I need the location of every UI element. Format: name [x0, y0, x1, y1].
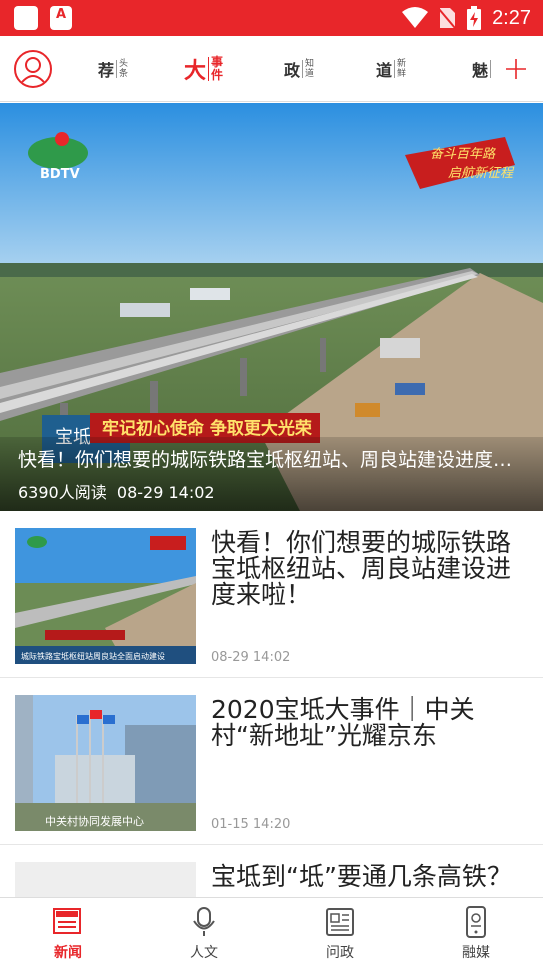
- hero-red-banner-text: 牢记初心使命 争取更大光荣: [102, 418, 312, 439]
- add-channel-button[interactable]: [503, 56, 529, 82]
- app-notification-icon: [50, 6, 72, 30]
- channel-tab-1[interactable]: 大事件: [184, 54, 223, 85]
- channel-sub-char: 新: [397, 59, 407, 69]
- tab-news[interactable]: 新闻: [0, 898, 136, 967]
- channel-sub-char: 知: [305, 59, 315, 69]
- status-time: 2:27: [492, 6, 531, 29]
- hero-logo-text: BDTV: [40, 167, 80, 182]
- channel-main-label: 大: [184, 58, 207, 84]
- tab-label: 融媒: [462, 945, 490, 961]
- tab-culture[interactable]: 人文: [136, 898, 272, 967]
- channel-sub-char: 鲜: [397, 69, 407, 79]
- tab-label: 人文: [190, 945, 218, 961]
- microphone-icon: [193, 907, 215, 936]
- channel-sub-char: 头: [119, 59, 129, 69]
- status-bar: 2:27: [0, 0, 543, 36]
- wifi-icon: [402, 7, 429, 28]
- channel-sub-char: 条: [119, 69, 129, 79]
- tab-label: 问政: [326, 945, 354, 961]
- news-item[interactable]: 城际铁路宝坻枢纽站周良站全面启动建设 快看！你们想要的城际铁路宝坻枢纽站、周良站…: [0, 512, 543, 678]
- news-thumbnail: 中关村协同发展中心: [15, 695, 196, 831]
- channel-divider: [394, 60, 396, 78]
- hero-meta: 6390人阅读 08-29 14:02: [18, 479, 215, 503]
- hero-time: 08-29 14:02: [116, 483, 215, 502]
- hero-title: 快看！你们想要的城际铁路宝坻枢纽站、周良站建设进度来啦！: [18, 449, 528, 471]
- newspaper-icon: [53, 908, 81, 934]
- tab-media[interactable]: 融媒: [408, 898, 543, 967]
- hero-slogan-bottom: 启航新征程: [448, 165, 515, 181]
- channel-tab-4[interactable]: 魅: [472, 54, 493, 84]
- news-time: 01-15 14:20: [211, 817, 291, 832]
- channel-divider: [490, 60, 492, 78]
- channel-sub-label: 知道: [305, 59, 314, 79]
- channel-sub-label: 新鲜: [397, 59, 406, 79]
- channel-tab-2[interactable]: 政知道: [284, 54, 314, 84]
- channel-divider: [208, 57, 210, 81]
- channel-tab-0[interactable]: 荐头条: [98, 54, 128, 84]
- no-sim-icon: [438, 8, 456, 29]
- news-time: 08-29 14:02: [211, 650, 291, 665]
- channel-sub-char: 道: [305, 69, 315, 79]
- channel-main-label: 道: [376, 61, 393, 80]
- news-title: 快看！你们想要的城际铁路宝坻枢纽站、周良站建设进度来啦！: [211, 528, 512, 609]
- channel-divider: [302, 60, 304, 78]
- channel-tabs: 荐头条大事件政知道道新鲜魅: [88, 54, 498, 84]
- news-thumbnail: 城际铁路宝坻枢纽站周良站全面启动建设: [15, 528, 196, 664]
- news-thumb-caption: 城际铁路宝坻枢纽站周良站全面启动建设: [21, 651, 165, 661]
- hero-slogan-top: 奋斗百年路: [430, 147, 496, 162]
- hero-caption: 快看！你们想要的城际铁路宝坻枢纽站、周良站建设进度来啦！ 6390人阅读 08-…: [0, 437, 543, 511]
- channel-navbar: 荐头条大事件政知道道新鲜魅: [0, 36, 543, 102]
- channel-main-label: 荐: [98, 61, 115, 80]
- tab-label: 新闻: [54, 945, 82, 961]
- channel-sub-label: 头条: [119, 59, 128, 79]
- news-title: 2020宝坻大事件｜中关村“新地址”光耀京东: [211, 695, 475, 750]
- channel-sub-label: 事件: [211, 56, 223, 82]
- bottom-tab-bar: 新闻 人文 问政 融媒: [0, 897, 543, 967]
- user-avatar-button[interactable]: [14, 50, 52, 88]
- channel-tab-3[interactable]: 道新鲜: [376, 54, 406, 84]
- news-title: 宝坻到“坻”要通几条高铁？: [211, 862, 512, 891]
- news-item[interactable]: 中关村协同发展中心 2020宝坻大事件｜中关村“新地址”光耀京东 01-15 1…: [0, 679, 543, 845]
- hero-banner[interactable]: BDTV 奋斗百年路 启航新征程 宝坻 牢记初心使命 争取更大光荣 快看！你们想…: [0, 103, 543, 511]
- channel-divider: [116, 60, 118, 78]
- news-thumb-caption: 中关村协同发展中心: [45, 814, 144, 828]
- tab-politics[interactable]: 问政: [272, 898, 408, 967]
- channel-main-label: 魅: [472, 61, 489, 80]
- document-icon: [326, 908, 354, 936]
- channel-main-label: 政: [284, 61, 301, 80]
- notification-square-icon: [14, 6, 38, 30]
- user-icon: [18, 57, 48, 86]
- app-screen: 2:27 荐头条大事件政知道道新鲜魅: [0, 0, 543, 967]
- channel-sub-char: 件: [211, 68, 224, 82]
- hero-read-count: 6390人阅读: [18, 483, 107, 502]
- phone-media-icon: [466, 906, 486, 938]
- battery-charging-icon: [467, 6, 482, 30]
